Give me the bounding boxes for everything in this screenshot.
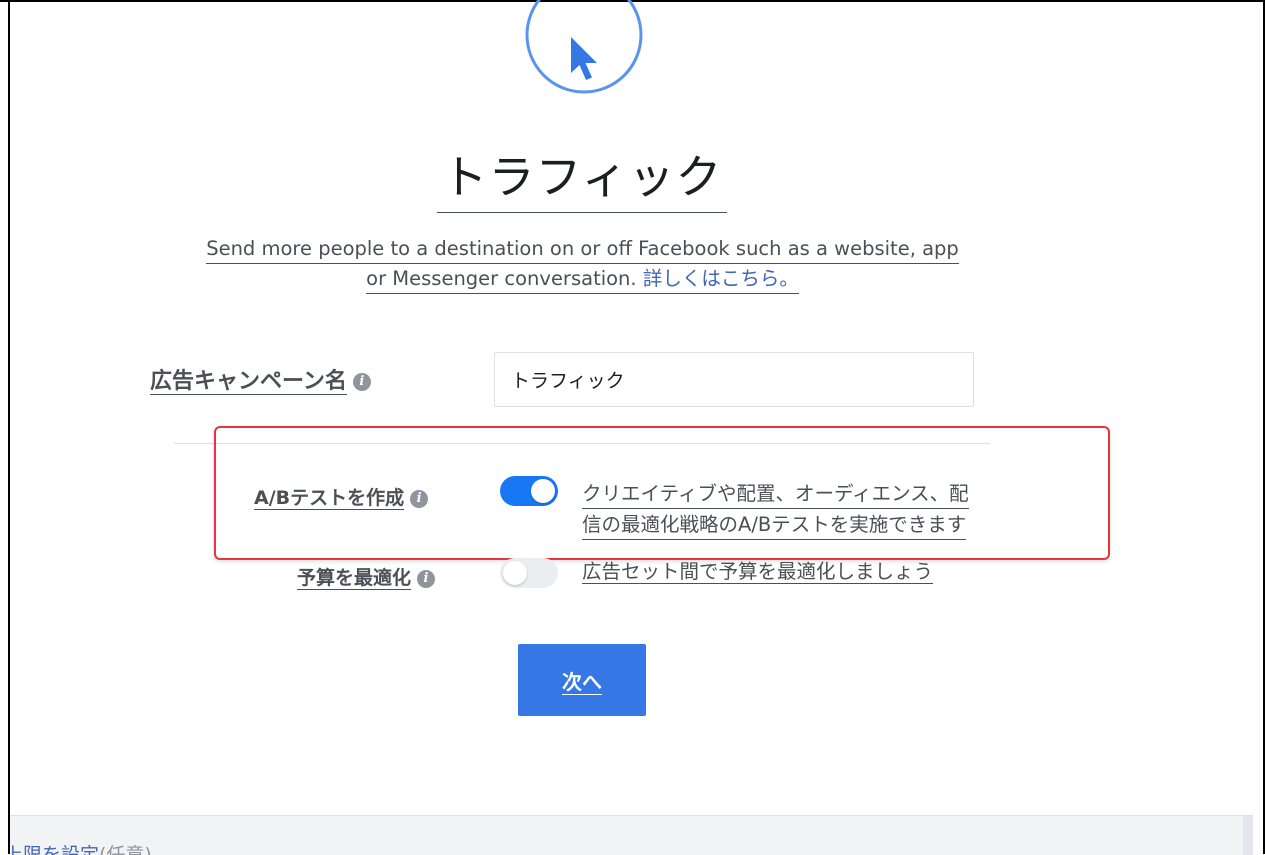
description-line-2: or Messenger conversation. 詳しくはこちら。	[366, 265, 799, 294]
next-button[interactable]: 次へ	[518, 644, 646, 716]
toggle-knob	[531, 479, 555, 503]
budget-optimization-toggle[interactable]	[500, 558, 558, 588]
info-icon[interactable]: i	[352, 373, 371, 391]
campaign-name-input[interactable]	[494, 352, 974, 407]
footer-section: 上限を設定(任意)	[10, 815, 1253, 855]
spending-limit-link[interactable]: 上限を設定	[10, 844, 99, 855]
left-border	[8, 0, 10, 854]
scrollbar-track[interactable]	[1243, 816, 1253, 855]
budget-optimization-description: 広告セット間で予算を最適化しましょう	[582, 560, 934, 584]
cursor-icon	[525, 0, 643, 94]
objective-description: Send more people to a destination on or …	[100, 234, 1065, 294]
campaign-name-label: 広告キャンペーン名 i	[150, 363, 371, 395]
info-icon[interactable]: i	[417, 569, 436, 588]
info-icon[interactable]: i	[410, 489, 429, 508]
spending-limit-text: 上限を設定(任意)	[10, 840, 152, 855]
budget-optimization-label: 予算を最適化 i	[297, 563, 436, 590]
learn-more-link[interactable]: 詳しくはこちら。	[643, 267, 799, 290]
toggle-knob	[503, 561, 527, 585]
ab-test-toggle[interactable]	[500, 476, 558, 506]
ab-test-description: クリエイティブや配置、オーディエンス、配 信の最適化戦略のA/Bテストを実施でき…	[582, 478, 1082, 540]
description-line-1: Send more people to a destination on or …	[206, 235, 959, 264]
objective-title: トラフィック	[437, 146, 727, 213]
ab-test-label: A/Bテストを作成 i	[254, 483, 429, 510]
